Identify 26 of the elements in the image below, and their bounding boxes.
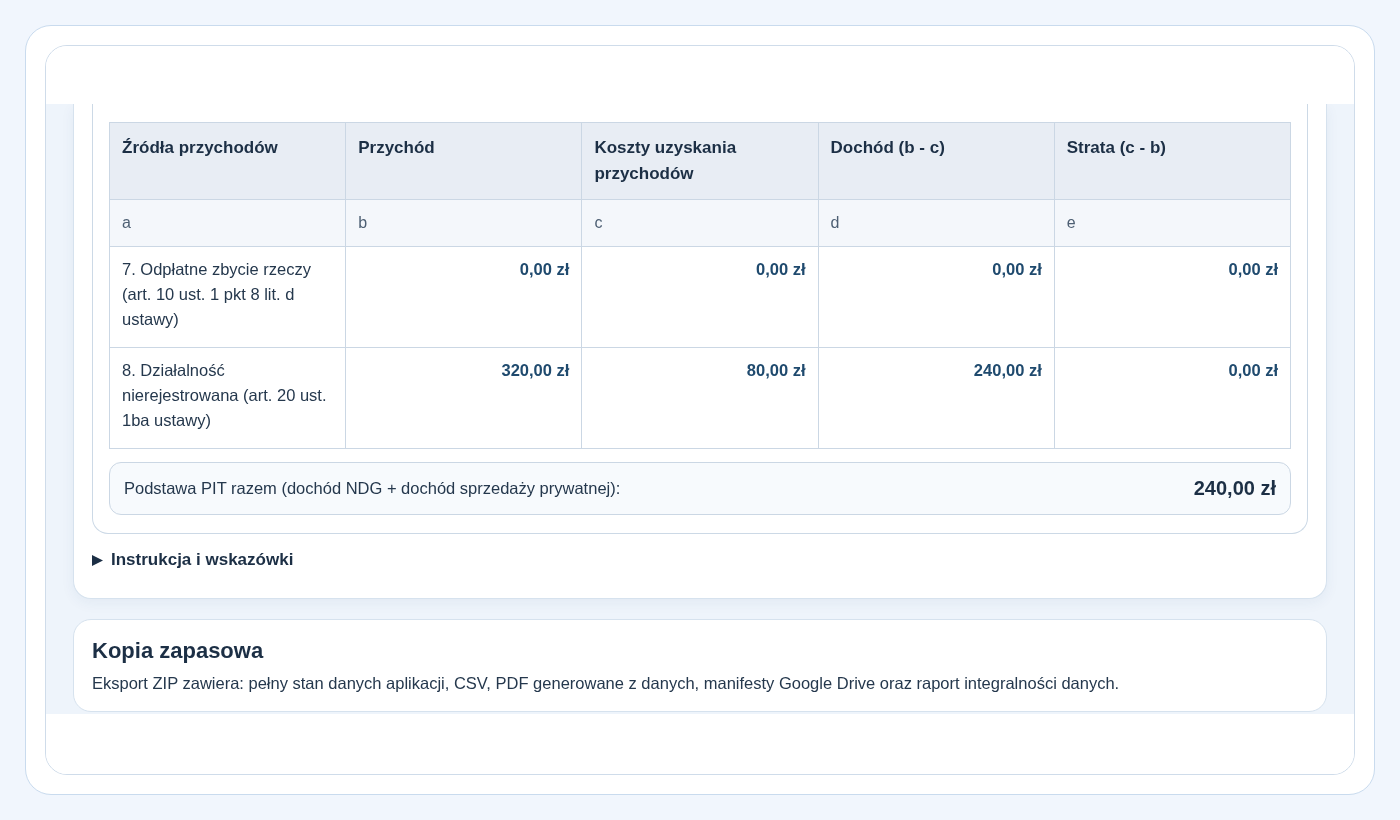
amount-cell: 0,00 zł	[1054, 246, 1291, 348]
amount-cell: 320,00 zł	[345, 347, 582, 449]
instructions-toggle[interactable]: Instrukcja i wskazówki	[111, 550, 294, 570]
amount-cell: 0,00 zł	[345, 246, 582, 348]
column-header: Strata (c - b)	[1054, 122, 1291, 200]
column-letter: c	[581, 199, 819, 247]
amount-cell: 0,00 zł	[818, 246, 1055, 348]
column-letter: b	[345, 199, 582, 247]
source-cell: 7. Odpłatne zbycie rzeczy (art. 10 ust. 1 pkt 8 lit. d ustawy)	[109, 246, 346, 348]
summary-label: Podstawa PIT razem (dochód NDG + dochód sprzedaży prywatnej):	[124, 479, 621, 498]
disclosure-triangle-icon[interactable]	[92, 554, 103, 566]
column-header: Dochód (b - c)	[818, 122, 1055, 200]
backup-title: Kopia zapasowa	[92, 638, 265, 664]
summary-value: 240,00 zł	[1193, 477, 1276, 500]
amount-cell: 0,00 zł	[581, 246, 819, 348]
source-cell: 8. Działalność nierejestrowana (art. 20 ust. 1ba ustawy)	[109, 347, 346, 449]
column-header: Źródła przychodów	[109, 122, 346, 200]
amount-cell: 80,00 zł	[581, 347, 819, 449]
amount-cell: 0,00 zł	[1054, 347, 1291, 449]
column-header: Przychód	[345, 122, 582, 200]
amount-cell: 240,00 zł	[818, 347, 1055, 449]
column-header: Koszty uzyskania przychodów	[581, 122, 819, 200]
column-letter: a	[109, 199, 346, 247]
column-letter: e	[1054, 199, 1291, 247]
column-letter: d	[818, 199, 1055, 247]
backup-description: Eksport ZIP zawiera: pełny stan danych aplikacji, CSV, PDF generowane z danych, manifesty Google Drive oraz raport integralności danych.	[92, 674, 1121, 693]
